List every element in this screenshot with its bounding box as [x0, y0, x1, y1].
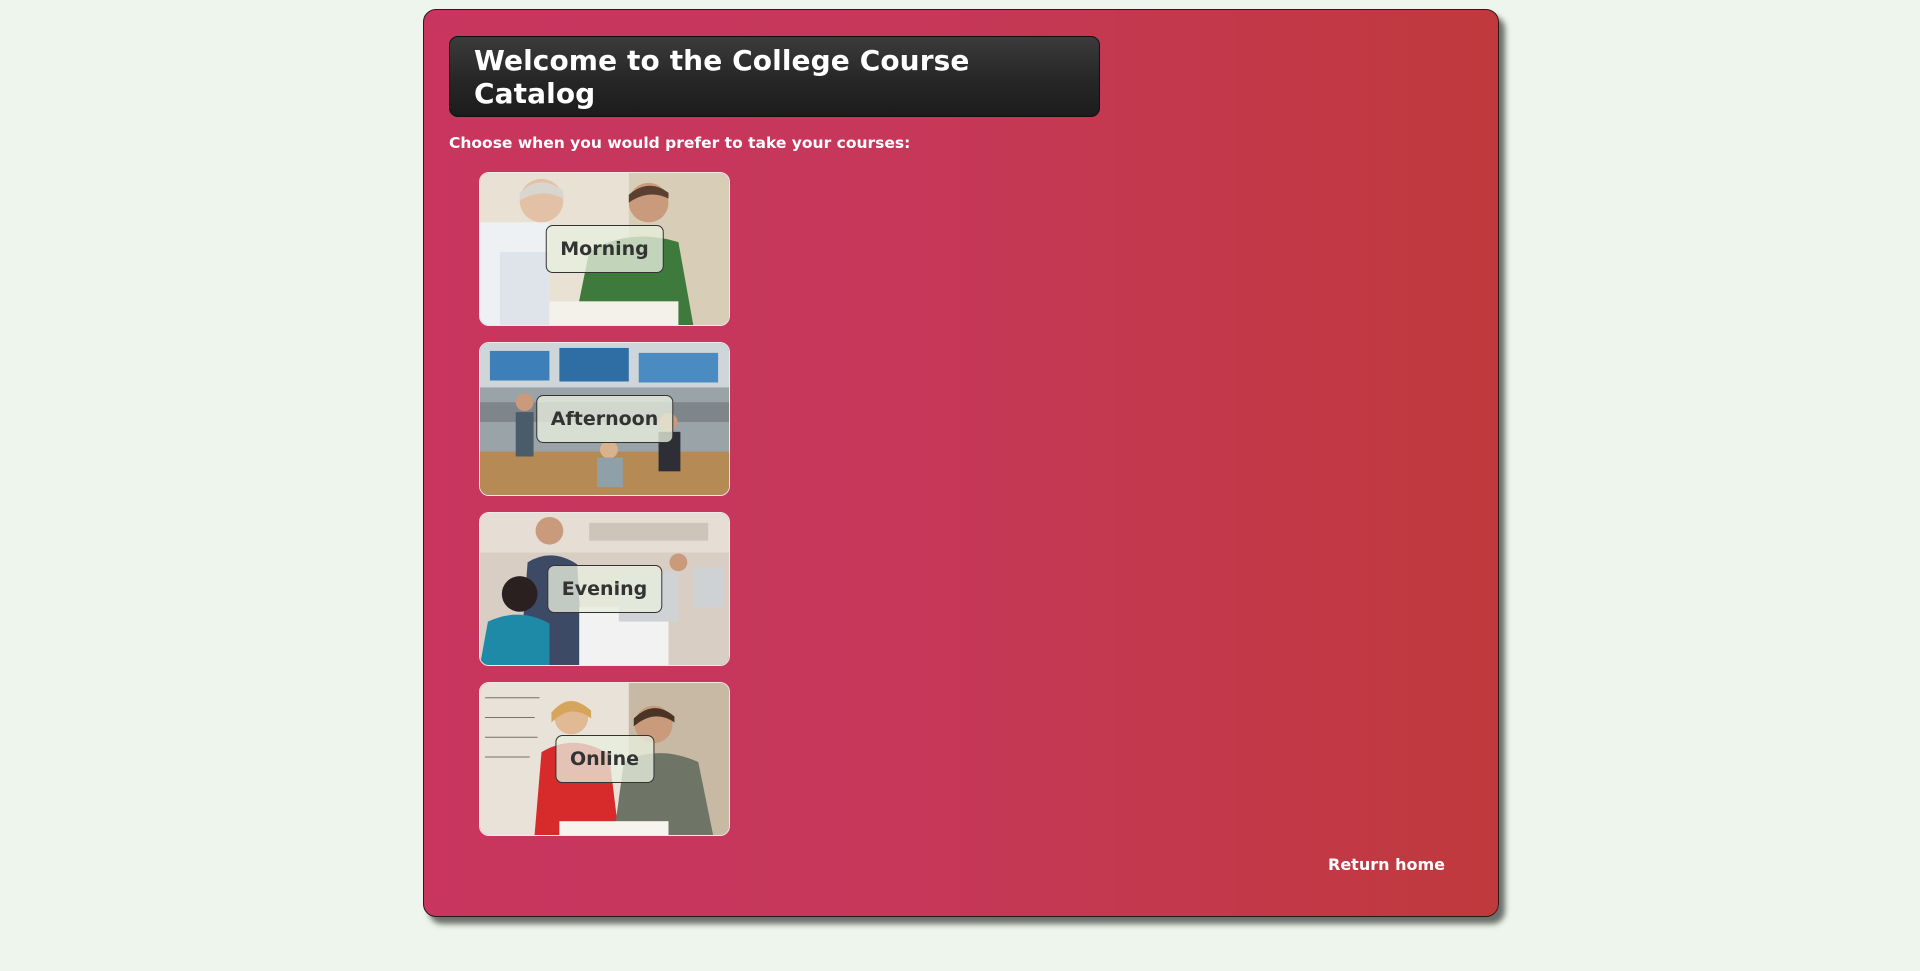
option-evening-tile[interactable]: Evening: [479, 512, 730, 666]
option-morning-tile[interactable]: Morning: [479, 172, 730, 326]
option-evening-label: Evening: [546, 565, 663, 613]
option-morning-label: Morning: [545, 225, 664, 273]
option-afternoon-tile[interactable]: Afternoon: [479, 342, 730, 496]
option-afternoon-label: Afternoon: [535, 395, 674, 443]
option-online-tile[interactable]: Online: [479, 682, 730, 836]
return-home-link[interactable]: Return home: [1328, 855, 1445, 874]
catalog-panel: Welcome to the College Course Catalog Ch…: [423, 9, 1499, 917]
title-banner: Welcome to the College Course Catalog: [449, 36, 1100, 117]
option-online-label: Online: [554, 735, 655, 783]
schedule-prompt: Choose when you would prefer to take you…: [449, 134, 911, 152]
page-title: Welcome to the College Course Catalog: [474, 43, 970, 110]
